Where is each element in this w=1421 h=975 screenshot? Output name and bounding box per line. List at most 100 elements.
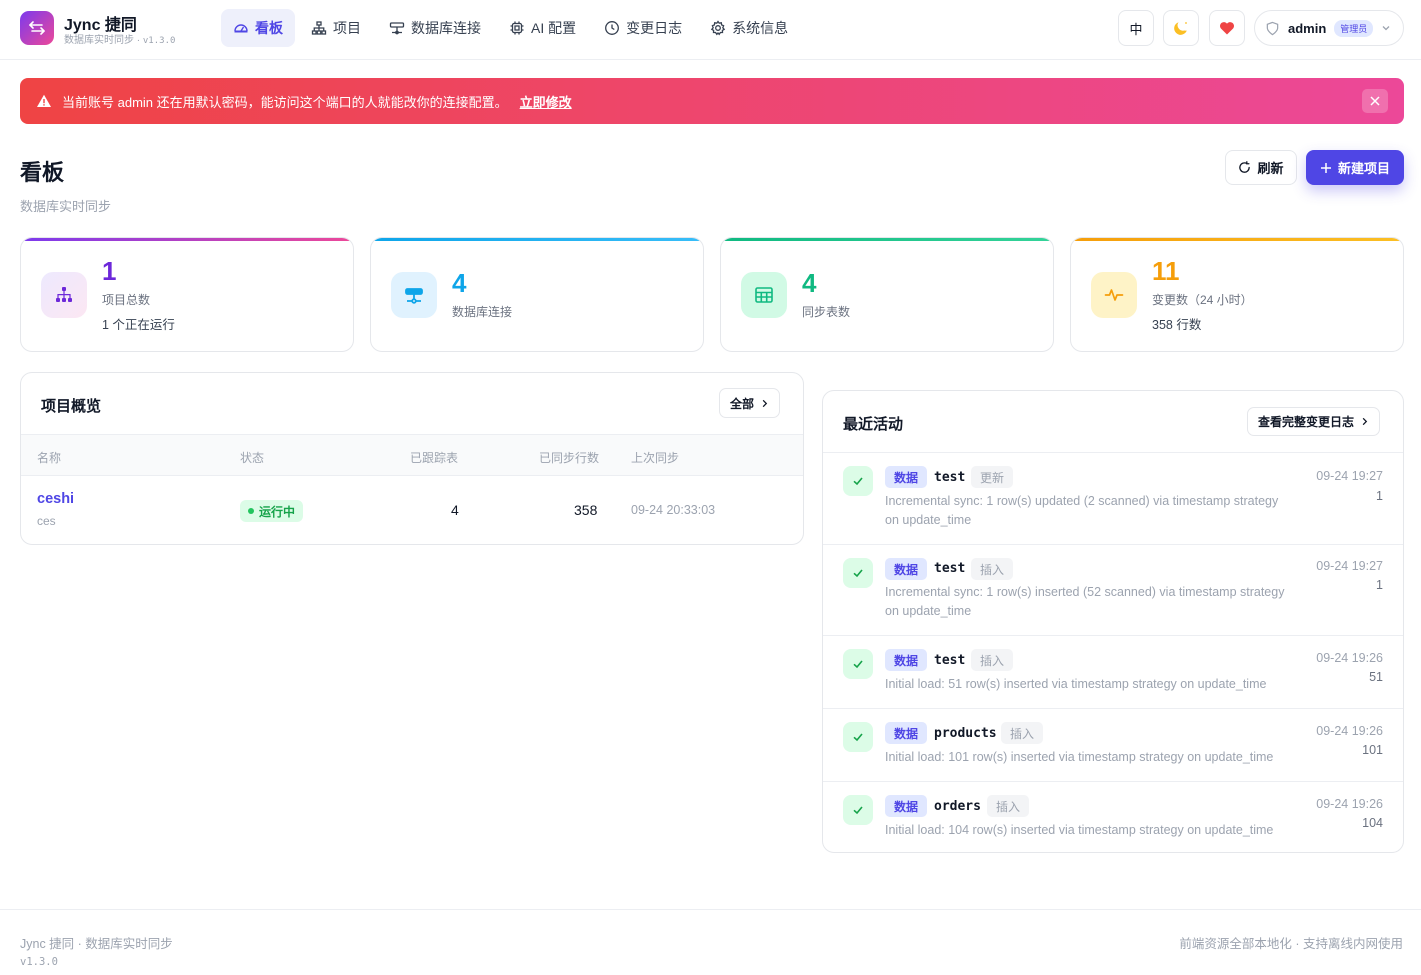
language-toggle-button[interactable]: 中 (1118, 10, 1154, 46)
activity-table-name: test (934, 561, 966, 576)
stat-accent-bar (371, 238, 703, 241)
server-icon (405, 288, 423, 304)
view-full-changelog-button[interactable]: 查看完整变更日志 (1247, 407, 1381, 436)
nav-changelog[interactable]: 变更日志 (592, 9, 694, 47)
stat-changes-label: 变更数（24 小时） (1152, 293, 1253, 307)
sitemap-icon (56, 287, 72, 302)
footer-brand: Jync 捷同 · 数据库实时同步 (20, 937, 173, 951)
list-item[interactable]: 数据 orders 插入 Initial load: 104 row(s) in… (823, 781, 1403, 852)
clock-icon (605, 21, 620, 35)
list-item[interactable]: 数据 products 插入 Initial load: 101 row(s) … (823, 708, 1403, 781)
nav-dashboard[interactable]: 看板 (221, 9, 295, 47)
shield-icon (1266, 21, 1279, 35)
activity-description: Initial load: 104 row(s) inserted via ti… (885, 823, 1274, 837)
recent-activity-card: 最近活动 查看完整变更日志 数据 test 更新 Incremental syn… (822, 390, 1404, 853)
language-label: 中 (1129, 21, 1143, 37)
activity-description: Incremental sync: 1 row(s) updated (2 sc… (885, 494, 1279, 527)
col-last-sync: 上次同步 (631, 451, 680, 465)
activity-time: 09-24 19:26 (1316, 651, 1383, 665)
nav-db-connections[interactable]: 数据库连接 (377, 9, 493, 47)
theme-toggle-button[interactable] (1163, 10, 1199, 46)
top-navbar: Jync 捷同 数据库实时同步 · v1.3.0 看板 项目 数据库连接 AI … (0, 0, 1421, 60)
user-name: admin (1288, 20, 1327, 36)
view-all-projects-label: 全部 (730, 396, 755, 411)
activity-row-count: 51 (1369, 670, 1383, 684)
chevron-right-icon (762, 399, 768, 407)
nav-ai-config-label: AI 配置 (531, 20, 577, 36)
tag-operation: 更新 (971, 466, 1014, 488)
activity-table-name: test (934, 653, 966, 668)
stat-connections-label: 数据库连接 (452, 305, 513, 319)
moon-icon (1174, 22, 1187, 35)
col-name: 名称 (37, 451, 62, 465)
server-icon (389, 22, 405, 35)
nav-system-info[interactable]: 系统信息 (698, 9, 800, 47)
nav-system-info-label: 系统信息 (732, 20, 789, 36)
nav-changelog-label: 变更日志 (626, 20, 683, 36)
activity-row-count: 1 (1376, 489, 1383, 503)
alert-close-button[interactable] (1362, 89, 1388, 113)
stat-card-tables[interactable]: 4 同步表数 (720, 237, 1054, 352)
tag-operation: 插入 (971, 649, 1014, 671)
nav-ai-config[interactable]: AI 配置 (497, 9, 588, 47)
close-icon (1370, 96, 1380, 106)
tag-operation: 插入 (987, 795, 1030, 817)
project-description: ces (37, 514, 56, 528)
user-menu[interactable]: admin 管理员 (1254, 10, 1404, 46)
nav-projects-label: 项目 (333, 20, 361, 36)
stat-accent-bar (21, 238, 353, 241)
status-label: 运行中 (259, 504, 296, 519)
activity-table-name: products (934, 726, 997, 741)
stat-connections-value: 4 (452, 268, 467, 298)
stat-card-changes[interactable]: 11 变更数（24 小时） 358 行数 (1070, 237, 1404, 352)
tracked-tables-value: 4 (451, 502, 459, 518)
page-footer: Jync 捷同 · 数据库实时同步 v1.3.0 前端资源全部本地化 · 支持离… (0, 909, 1421, 975)
main-nav: 看板 项目 数据库连接 AI 配置 变更日志 系统信息 (221, 9, 800, 47)
view-all-projects-button[interactable]: 全部 (719, 388, 781, 418)
activity-time: 09-24 19:27 (1316, 559, 1383, 573)
gear-icon (710, 20, 726, 36)
activity-row-count: 1 (1376, 578, 1383, 592)
new-project-label: 新建项目 (1337, 161, 1390, 176)
user-role-badge: 管理员 (1334, 19, 1374, 37)
stat-card-connections[interactable]: 4 数据库连接 (370, 237, 704, 352)
nav-projects[interactable]: 项目 (299, 9, 373, 47)
change-password-link[interactable]: 立即修改 (520, 92, 572, 111)
stat-tables-value: 4 (802, 268, 817, 298)
chevron-right-icon (1362, 417, 1368, 426)
list-item[interactable]: 数据 test 插入 Initial load: 51 row(s) inser… (823, 635, 1403, 708)
sync-arrows-icon (29, 21, 45, 35)
activity-row-count: 101 (1362, 743, 1383, 757)
sitemap-icon (311, 21, 327, 35)
activity-time: 09-24 19:26 (1316, 724, 1383, 738)
success-check-icon (843, 795, 873, 825)
sponsor-heart-button[interactable] (1209, 10, 1245, 46)
refresh-button[interactable]: 刷新 (1225, 150, 1297, 185)
tag-operation: 插入 (971, 558, 1014, 580)
stat-tables-label: 同步表数 (802, 305, 851, 319)
gauge-icon (234, 24, 248, 33)
stat-projects-value: 1 (102, 256, 117, 286)
projects-table-header: 名称 状态 已跟踪表 已同步行数 上次同步 (21, 434, 803, 476)
list-item[interactable]: 数据 test 更新 Incremental sync: 1 row(s) up… (823, 452, 1403, 544)
tag-data-type: 数据 (885, 795, 928, 817)
activity-table-name: orders (934, 799, 981, 814)
stat-card-projects[interactable]: 1 项目总数 1 个正在运行 (20, 237, 354, 352)
tag-data-type: 数据 (885, 466, 928, 488)
heart-icon (1219, 22, 1235, 35)
app-logo[interactable] (20, 11, 54, 45)
project-name-link[interactable]: ceshi (37, 491, 74, 507)
col-tracked-tables: 已跟踪表 (410, 451, 459, 465)
tag-data-type: 数据 (885, 722, 928, 744)
new-project-button[interactable]: 新建项目 (1306, 150, 1404, 185)
activity-description: Initial load: 101 row(s) inserted via ti… (885, 750, 1274, 764)
chip-icon (510, 21, 524, 35)
brand-tagline: 数据库实时同步 (64, 35, 134, 46)
footer-version: v1.3.0 (20, 956, 58, 968)
warning-icon (36, 93, 52, 109)
tables-stat-icon-box (741, 272, 787, 318)
activity-row-count: 104 (1362, 816, 1383, 830)
stat-changes-value: 11 (1152, 256, 1180, 286)
list-item[interactable]: 数据 test 插入 Incremental sync: 1 row(s) in… (823, 544, 1403, 635)
col-status: 状态 (240, 451, 265, 465)
